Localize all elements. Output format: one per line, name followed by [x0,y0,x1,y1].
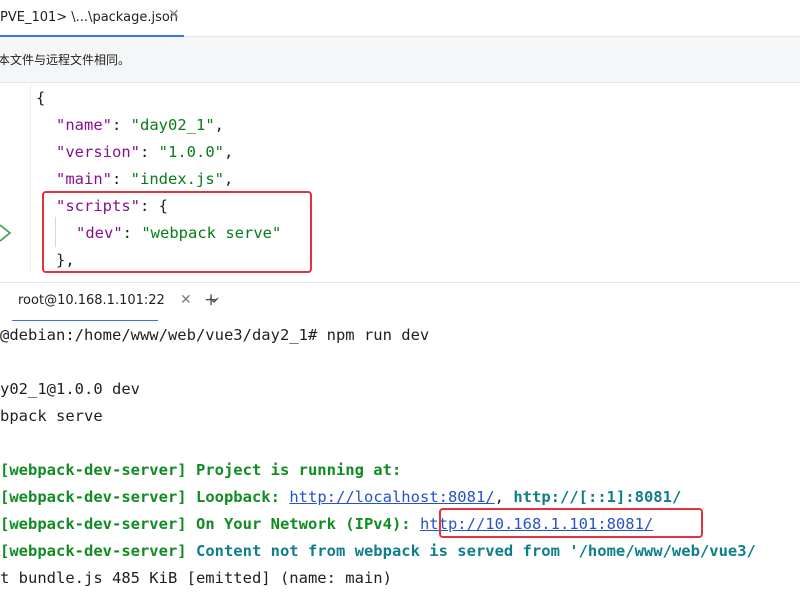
terminal-running-line: [webpack-dev-server] Project is running … [0,461,402,479]
code-line-2: "name": "day02_1", [56,116,225,134]
network-url-highlight-box [439,508,703,538]
terminal-prompt-line: @debian:/home/www/web/vue3/day2_1# npm r… [0,326,430,344]
run-script-icon[interactable] [0,223,12,243]
editor-tab-package-json[interactable]: PVE_101> \...\package.json [0,0,184,37]
editor-tab-bar: PVE_101> \...\package.json ✕ [0,0,800,37]
scripts-highlight-box [42,191,312,273]
terminal-asset-line: t bundle.js 485 KiB [emitted] (name: mai… [0,569,392,587]
name-key: "name" [56,116,112,134]
main-key: "main" [56,170,112,188]
editor-tab-label: PVE_101> \...\package.json [0,10,179,25]
code-line-3: "version": "1.0.0", [56,143,234,161]
terminal-tab-label: root@10.168.1.101:22 [18,293,165,308]
open-brace: { [36,89,46,107]
terminal-tab-bar: root@10.168.1.101:22 ✕ + [0,282,800,322]
remote-sync-notice: 本文件与远程文件相同。 [0,37,800,83]
version-value: "1.0.0" [158,143,224,161]
close-icon[interactable]: ✕ [180,292,192,308]
terminal-loopback-line: [webpack-dev-server] Loopback: http://lo… [0,488,682,506]
name-value: "day02_1" [130,116,215,134]
terminal-script-cmd: bpack serve [0,407,103,425]
terminal-content-line: [webpack-dev-server] Content not from we… [0,542,756,560]
terminal-output[interactable]: @debian:/home/www/web/vue3/day2_1# npm r… [0,321,800,600]
main-value: "index.js" [130,170,224,188]
gutter-divider [30,83,31,273]
terminal-tab-session[interactable]: root@10.168.1.101:22 [12,283,165,322]
loopback-link[interactable]: http://localhost:8081/ [289,488,494,506]
terminal-script-name: y02_1@1.0.0 dev [0,380,140,398]
loopback-ipv6-url: http://[::1]:8081/ [513,488,682,506]
version-key: "version" [56,143,140,161]
code-line-1: { [36,85,45,111]
notice-text: 本文件与远程文件相同。 [0,53,131,67]
chevron-down-icon[interactable] [208,294,220,306]
close-icon[interactable]: ✕ [168,7,180,23]
code-line-4: "main": "index.js", [56,170,234,188]
